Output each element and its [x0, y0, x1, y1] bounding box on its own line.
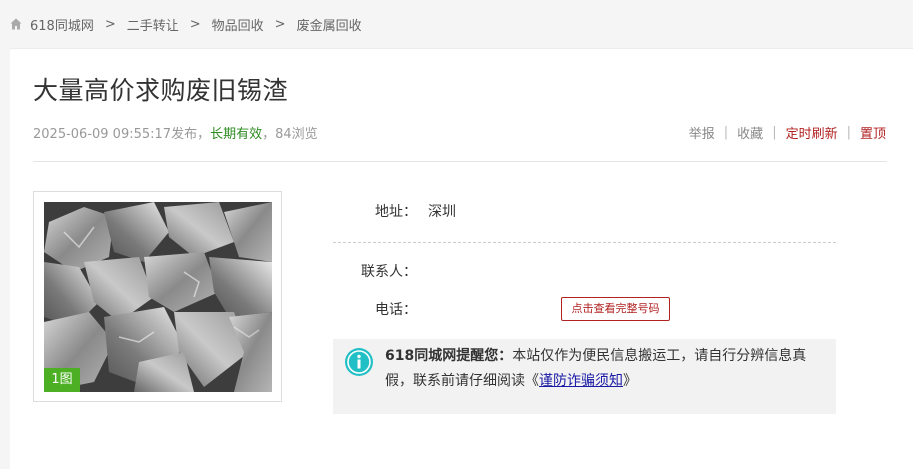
- action-separator: |: [772, 125, 777, 140]
- details-divider: [333, 242, 836, 243]
- safety-notice: 618同城网提醒您：本站仅作为便民信息搬运工，请自行分辨信息真假，联系前请仔细阅…: [333, 339, 836, 414]
- info-icon: [345, 348, 373, 376]
- notice-link-bracket-close: 》: [623, 373, 637, 389]
- meta-comma: ，: [197, 127, 211, 142]
- breadcrumb-separator: >: [274, 16, 286, 32]
- notice-text: 618同城网提醒您：本站仅作为便民信息搬运工，请自行分辨信息真假，联系前请仔细阅…: [385, 344, 825, 394]
- breadcrumb: 618同城网 > 二手转让 > 物品回收 > 废金属回收: [10, 14, 362, 34]
- anti-fraud-link[interactable]: 谨防诈骗须知: [539, 373, 623, 389]
- meta-comma: ，: [262, 127, 276, 142]
- contact-label: 联系人：: [361, 264, 417, 280]
- action-separator: |: [846, 125, 851, 140]
- listing-photo[interactable]: [44, 202, 272, 392]
- scheduled-refresh-link[interactable]: 定时刷新: [786, 123, 838, 142]
- show-phone-button[interactable]: 点击查看完整号码: [561, 297, 670, 321]
- listing-title: 大量高价求购废旧锡渣: [33, 76, 289, 105]
- title-divider: [33, 161, 887, 162]
- notice-brand: 618同城网提醒您：: [385, 348, 513, 364]
- view-count: 84浏览: [275, 127, 318, 142]
- address-label: 地址：: [375, 204, 417, 220]
- breadcrumb-scrap-metal[interactable]: 废金属回收: [297, 15, 362, 34]
- photo-gallery[interactable]: 1图: [33, 191, 282, 402]
- breadcrumb-separator: >: [104, 16, 116, 32]
- listing-actions: 举报 | 收藏 | 定时刷新 | 置顶: [689, 123, 886, 142]
- breadcrumb-second-hand[interactable]: 二手转让: [127, 15, 179, 34]
- post-date: 2025-06-09 09:55:17发布: [33, 127, 198, 142]
- address-value: 深圳: [428, 204, 456, 220]
- action-separator: |: [723, 125, 729, 140]
- phone-label: 电话：: [375, 302, 417, 318]
- report-link[interactable]: 举报: [689, 123, 715, 142]
- listing-card: 大量高价求购废旧锡渣 2025-06-09 09:55:17发布，长期有效，84…: [10, 48, 913, 469]
- tin-dross-image: [44, 202, 272, 392]
- photo-count-badge: 1图: [44, 368, 80, 392]
- notice-link-bracket-open: 《: [525, 373, 539, 389]
- favorite-link[interactable]: 收藏: [737, 123, 763, 142]
- home-icon: [10, 18, 22, 30]
- listing-meta: 2025-06-09 09:55:17发布，长期有效，84浏览: [33, 123, 318, 142]
- breadcrumb-home[interactable]: 618同城网: [30, 15, 94, 34]
- validity-status: 长期有效: [210, 127, 263, 142]
- pin-top-link[interactable]: 置顶: [860, 123, 886, 142]
- breadcrumb-recycling[interactable]: 物品回收: [212, 15, 264, 34]
- breadcrumb-separator: >: [189, 16, 201, 32]
